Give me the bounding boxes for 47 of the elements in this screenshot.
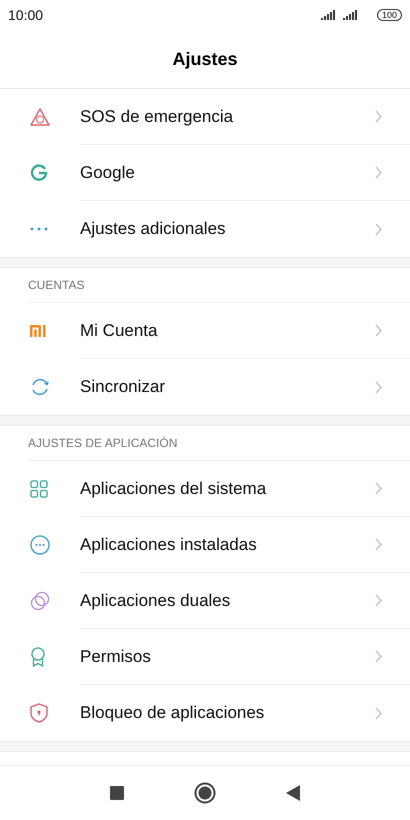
chevron-icon bbox=[375, 222, 382, 236]
item-label: Bloqueo de aplicaciones bbox=[80, 703, 264, 723]
item-label: Mi Cuenta bbox=[80, 320, 158, 340]
mi-logo-icon bbox=[30, 325, 46, 337]
settings-item[interactable]: Aplicaciones del sistema bbox=[0, 461, 410, 517]
more-icon bbox=[30, 227, 48, 231]
page-title: Ajustes bbox=[0, 30, 410, 89]
back-button[interactable] bbox=[286, 785, 300, 801]
item-label: Aplicaciones duales bbox=[80, 590, 230, 610]
item-label: Sincronizar bbox=[80, 377, 166, 397]
item-label: SOS de emergencia bbox=[80, 106, 234, 126]
settings-item[interactable]: Ajustes adicionales bbox=[0, 201, 410, 257]
settings-item[interactable]: Google bbox=[0, 145, 410, 201]
warning-icon bbox=[30, 108, 50, 126]
settings-item[interactable]: Aplicaciones instaladas bbox=[0, 517, 410, 573]
home-button[interactable] bbox=[194, 782, 216, 804]
chevron-icon bbox=[375, 482, 382, 495]
settings-item[interactable]: Permisos bbox=[0, 629, 410, 685]
settings-item[interactable]: Aplicaciones duales bbox=[0, 573, 410, 629]
chevron-icon bbox=[375, 706, 382, 720]
chevron-icon bbox=[375, 380, 382, 394]
chevron-icon bbox=[375, 324, 382, 337]
status-time: 10:00 bbox=[8, 7, 44, 23]
grid-icon bbox=[30, 480, 48, 498]
overlapping-circles-icon bbox=[30, 591, 50, 611]
item-label: Aplicaciones instaladas bbox=[80, 534, 257, 554]
sync-icon bbox=[30, 377, 50, 397]
item-label: Google bbox=[80, 162, 135, 182]
settings-item[interactable]: Mi Cuenta bbox=[0, 303, 410, 359]
section-header: CUENTAS bbox=[28, 278, 84, 292]
item-label: Permisos bbox=[80, 646, 151, 666]
item-label: Ajustes adicionales bbox=[80, 219, 226, 239]
battery-level: 100 bbox=[376, 9, 402, 21]
chevron-icon bbox=[375, 538, 382, 551]
item-label: Aplicaciones del sistema bbox=[80, 478, 266, 498]
chevron-icon bbox=[375, 650, 382, 663]
chevron-icon bbox=[375, 110, 382, 123]
more-circle-icon bbox=[30, 535, 50, 555]
ribbon-icon bbox=[30, 647, 46, 667]
settings-item[interactable]: SOS de emergencia bbox=[0, 89, 410, 145]
section-header: AJUSTES DE APLICACIÓN bbox=[28, 436, 178, 450]
shield-icon bbox=[30, 703, 48, 723]
chevron-icon bbox=[375, 166, 382, 179]
chevron-icon bbox=[375, 594, 382, 607]
g-icon bbox=[30, 164, 48, 182]
settings-item[interactable]: Sincronizar bbox=[0, 359, 410, 415]
settings-item[interactable]: Bloqueo de aplicaciones bbox=[0, 685, 410, 741]
